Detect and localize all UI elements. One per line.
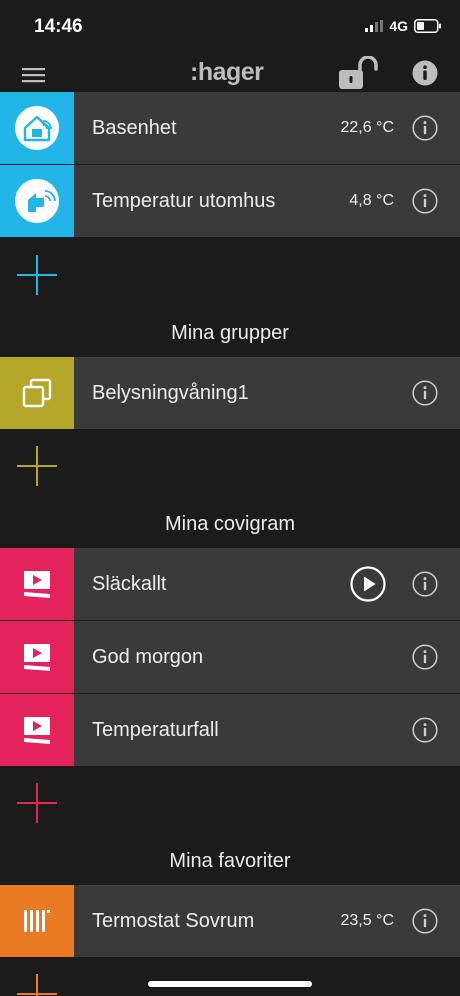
favorite-row-termostat-sovrum[interactable]: Termostat Sovrum 23,5 °C: [0, 885, 460, 957]
scenario-tile: [0, 694, 74, 766]
scenario-info-button[interactable]: [412, 571, 438, 597]
status-bar: 14:46 4G: [0, 0, 460, 52]
network-label: 4G: [389, 18, 408, 34]
header-info-button[interactable]: [412, 60, 438, 86]
temperature-value: 23,5 °C: [340, 912, 394, 929]
plus-icon: [17, 783, 57, 823]
menu-button[interactable]: [22, 65, 46, 85]
temperature-value: 4,8 °C: [349, 192, 394, 209]
device-tile: [0, 92, 74, 164]
group-label: Belysningvåning1: [92, 382, 249, 404]
scenario-info-button[interactable]: [412, 644, 438, 670]
section-title-favorites: Mina favoriter: [169, 850, 291, 872]
status-indicators: 4G: [365, 18, 442, 34]
plus-icon: [17, 255, 57, 295]
scenario-icon: [24, 571, 50, 598]
device-info-button[interactable]: [412, 188, 438, 214]
info-outline-icon: [412, 380, 438, 406]
scenario-icon: [24, 644, 50, 671]
scenario-label: God morgon: [92, 646, 204, 668]
play-scenario-button[interactable]: [350, 566, 386, 602]
hamburger-icon: [22, 68, 45, 83]
hager-logo: :hager: [190, 58, 264, 86]
device-info-button[interactable]: [412, 115, 438, 141]
scenario-row-temperaturfall[interactable]: Temperaturfall: [0, 694, 460, 766]
info-icon: [412, 60, 438, 86]
add-device-button[interactable]: [15, 253, 59, 297]
scenario-tile: [0, 621, 74, 693]
group-tile: [0, 357, 74, 429]
base-unit-icon: [15, 106, 59, 150]
scenario-info-button[interactable]: [412, 717, 438, 743]
lock-button[interactable]: [336, 55, 382, 92]
home-indicator[interactable]: [148, 981, 312, 987]
add-scenario-button[interactable]: [15, 781, 59, 825]
device-label: Basenhet: [92, 117, 177, 139]
info-outline-icon: [412, 571, 438, 597]
group-icon: [22, 378, 52, 408]
scenario-row-god-morgon[interactable]: God morgon: [0, 621, 460, 693]
scenario-icon: [24, 717, 50, 744]
info-outline-icon: [412, 717, 438, 743]
add-group-button[interactable]: [15, 444, 59, 488]
add-favorite-button[interactable]: [15, 972, 59, 996]
group-info-button[interactable]: [412, 380, 438, 406]
unlock-icon: [339, 55, 378, 89]
scenario-tile: [0, 548, 74, 620]
info-outline-icon: [412, 644, 438, 670]
outdoor-sensor-icon: [15, 179, 59, 223]
group-row-belysningvaning1[interactable]: Belysningvåning1: [0, 357, 460, 429]
temperature-value: 22,6 °C: [340, 119, 394, 136]
plus-icon: [17, 974, 57, 996]
device-row-basenhet[interactable]: Basenhet 22,6 °C: [0, 92, 460, 164]
device-label: Temperatur utomhus: [92, 190, 276, 212]
status-time: 14:46: [34, 16, 83, 37]
section-title-groups: Mina grupper: [171, 322, 289, 344]
device-row-temperatur-utomhus[interactable]: Temperatur utomhus 4,8 °C: [0, 165, 460, 237]
play-icon: [350, 566, 386, 602]
signal-icon: [365, 20, 384, 32]
plus-icon: [17, 446, 57, 486]
scenario-label: Temperaturfall: [92, 719, 219, 741]
device-tile: [0, 165, 74, 237]
radiator-icon: [24, 910, 50, 932]
scenario-label: Släckallt: [92, 573, 167, 595]
favorite-info-button[interactable]: [412, 908, 438, 934]
scenario-row-slackallt[interactable]: Släckallt: [0, 548, 460, 620]
section-title-scenarios: Mina covigram: [164, 513, 296, 535]
favorite-label: Termostat Sovrum: [92, 910, 255, 932]
favorite-tile: [0, 885, 74, 957]
info-outline-icon: [412, 115, 438, 141]
info-outline-icon: [412, 188, 438, 214]
battery-icon: [414, 19, 441, 33]
info-outline-icon: [412, 908, 438, 934]
